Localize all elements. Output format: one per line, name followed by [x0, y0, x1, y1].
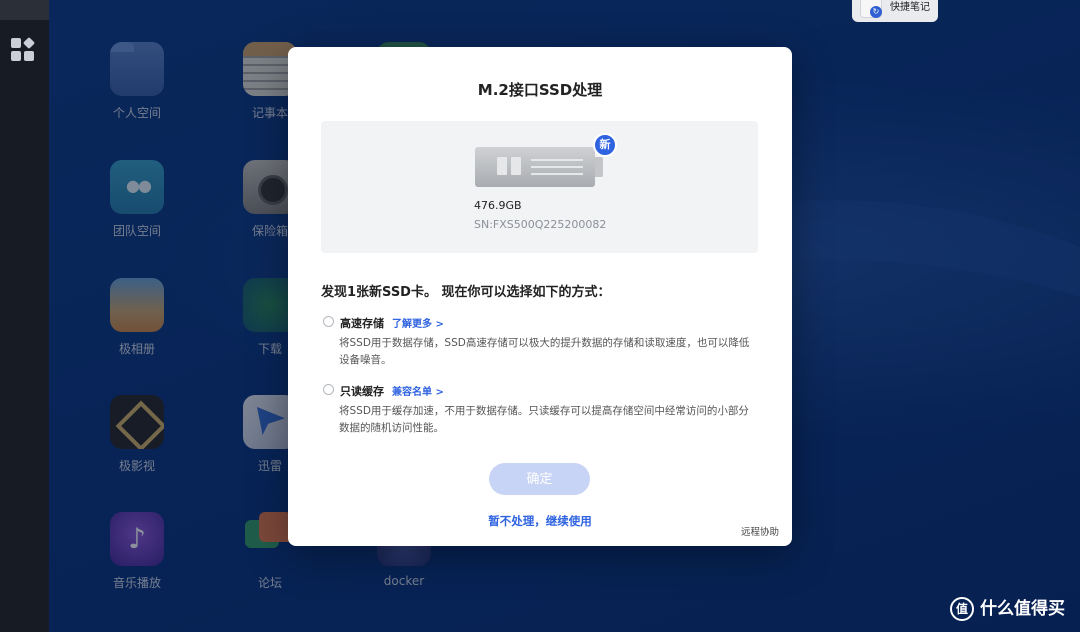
new-badge: 新 — [593, 133, 617, 157]
confirm-button[interactable]: 确定 — [489, 463, 590, 495]
watermark-logo-icon: 值 — [950, 597, 974, 621]
app-grid-icon[interactable] — [11, 36, 36, 62]
quick-note-label: 快捷笔记 — [890, 2, 930, 13]
learn-more-link[interactable]: 了解更多 > — [392, 315, 444, 330]
sidebar-top-bar — [0, 0, 49, 20]
remote-assist-link[interactable]: 远程协助 — [741, 524, 779, 538]
ssd-serial: SN:FXS500Q225200082 — [474, 218, 607, 231]
ssd-capacity: 476.9GB — [474, 199, 522, 212]
option-read-only-cache[interactable]: 只读缓存 兼容名单 > 将SSD用于缓存加速，不用于数据存储。只读缓存可以提高存… — [321, 381, 761, 437]
watermark-text: 什么值得买 — [980, 599, 1065, 619]
ssd-setup-dialog: M.2接口SSD处理 新 476.9GB SN:FXS500Q225200082… — [288, 47, 792, 546]
dialog-title: M.2接口SSD处理 — [477, 81, 603, 99]
found-ssd-message: 发现1张新SSD卡。 现在你可以选择如下的方式： — [321, 285, 611, 300]
option-label: 只读缓存 — [340, 385, 384, 398]
option-high-speed-storage[interactable]: 高速存储 了解更多 > 将SSD用于数据存储，SSD高速存储可以极大的提升数据的… — [321, 313, 761, 369]
sidebar — [0, 0, 49, 632]
quick-note-widget[interactable]: ↻ 快捷笔记 — [852, 0, 938, 22]
compatibility-list-link[interactable]: 兼容名单 > — [392, 383, 444, 398]
radio-button[interactable] — [323, 384, 334, 395]
option-description: 将SSD用于缓存加速，不用于数据存储。只读缓存可以提高存储空间中经常访问的小部分… — [339, 405, 749, 434]
watermark: 值 什么值得买 — [950, 596, 1065, 622]
option-label: 高速存储 — [340, 317, 384, 330]
radio-button[interactable] — [323, 316, 334, 327]
ssd-info-card: 新 476.9GB SN:FXS500Q225200082 — [321, 121, 758, 253]
skip-continue-link[interactable]: 暂不处理，继续使用 — [288, 513, 792, 529]
ssd-drive-icon — [475, 147, 603, 187]
sync-badge-icon: ↻ — [870, 6, 882, 18]
option-description: 将SSD用于数据存储，SSD高速存储可以极大的提升数据的存储和读取速度，也可以降… — [339, 337, 750, 366]
